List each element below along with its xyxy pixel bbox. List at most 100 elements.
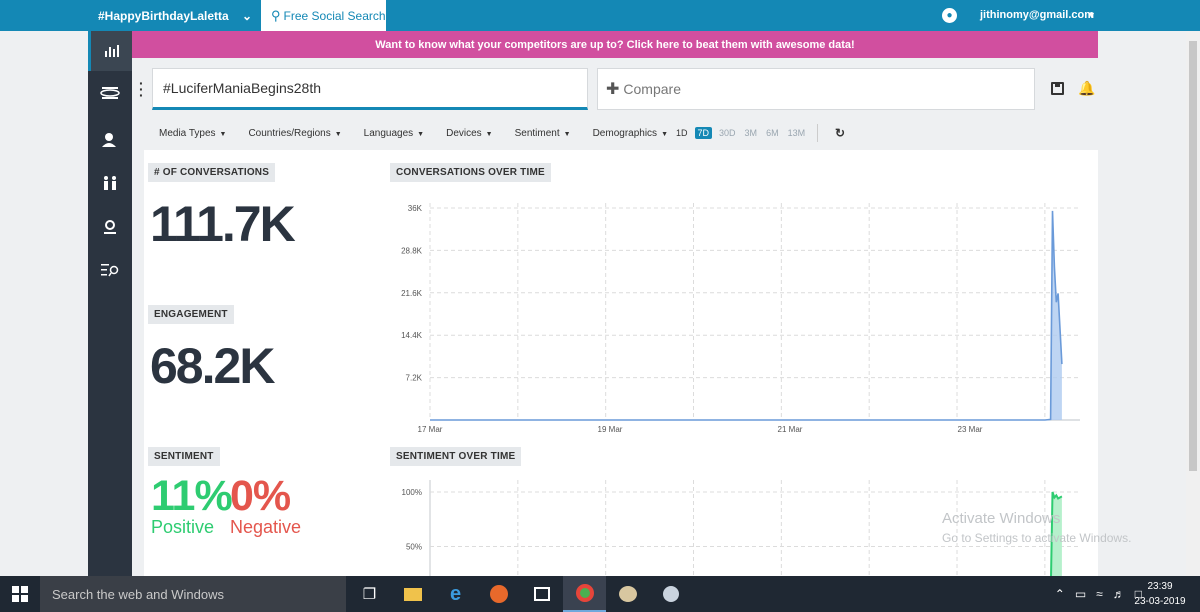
- y-tick-label: 28.8K: [401, 246, 423, 255]
- negative-label: Negative: [230, 517, 302, 537]
- sentiment-title: SENTIMENT: [148, 447, 220, 466]
- engagement-title: ENGAGEMENT: [148, 305, 234, 324]
- y-tick-label: 14.4K: [401, 331, 423, 340]
- caret-down-icon: ▼: [334, 131, 342, 138]
- store-icon[interactable]: [520, 576, 563, 612]
- time-range-selector: 1D 7D 30D 3M 6M 13M: [674, 127, 807, 139]
- search-query-input[interactable]: #LuciferManiaBegins28th: [152, 68, 588, 110]
- more-vertical-icon[interactable]: · · ·: [139, 76, 144, 102]
- trending-hashtag-label: #HappyBirthdayLaletta: [98, 8, 229, 23]
- taskbar-clock[interactable]: 23:39 23-03-2019: [1132, 579, 1188, 609]
- range-7d[interactable]: 7D: [694, 127, 713, 139]
- chrome-icon[interactable]: [563, 576, 606, 612]
- paint-icon[interactable]: [606, 576, 649, 612]
- scrollbar-thumb[interactable]: [1189, 41, 1197, 471]
- divider: [817, 124, 818, 142]
- y-tick-label: 100%: [402, 488, 422, 497]
- chevron-up-icon[interactable]: ⌃: [1055, 587, 1065, 601]
- conversations-area: [430, 210, 1062, 420]
- edge-browser-icon[interactable]: e: [434, 576, 477, 612]
- caret-down-icon: ▼: [485, 131, 493, 138]
- trending-hashtag-dropdown[interactable]: #HappyBirthdayLaletta ⌄: [88, 0, 260, 31]
- activation-watermark-text: Go to Settings to activate Windows.: [942, 531, 1132, 545]
- conversations-chart-title: CONVERSATIONS OVER TIME: [390, 163, 551, 182]
- search-icon: ⚲: [271, 7, 281, 23]
- y-tick-label: 36K: [408, 204, 423, 213]
- firefox-icon[interactable]: [477, 576, 520, 612]
- range-30d[interactable]: 30D: [717, 127, 738, 139]
- plus-icon: ✚: [606, 81, 620, 98]
- sidebar: [88, 31, 132, 576]
- filter-label: Devices: [446, 128, 482, 139]
- task-view-icon[interactable]: ❐: [348, 576, 391, 612]
- user-email[interactable]: jithinomy@gmail.com: [980, 9, 1094, 21]
- taskbar-search-box[interactable]: Search the web and Windows: [40, 576, 346, 612]
- windows-start-icon[interactable]: [0, 576, 40, 612]
- wifi-icon[interactable]: ≈: [1096, 587, 1103, 601]
- caret-down-icon: ▼: [563, 131, 571, 138]
- chevron-down-icon[interactable]: ▼: [1087, 10, 1096, 20]
- filter-countries-regions[interactable]: Countries/Regions ▼: [248, 128, 341, 139]
- filter-media-types[interactable]: Media Types ▼: [159, 128, 226, 139]
- y-tick-label: 7.2K: [406, 374, 423, 383]
- clock-date: 23-03-2019: [1134, 596, 1186, 607]
- sidebar-demographics-icon[interactable]: [88, 163, 132, 203]
- volume-icon[interactable]: ♬: [1113, 587, 1125, 601]
- caret-down-icon: ▼: [219, 131, 227, 138]
- filter-label: Countries/Regions: [248, 128, 331, 139]
- x-tick-label: 23 Mar: [958, 425, 983, 434]
- activation-watermark-title: Activate Windows: [942, 510, 1061, 527]
- filter-languages[interactable]: Languages ▼: [364, 128, 424, 139]
- range-6m[interactable]: 6M: [764, 127, 781, 139]
- sentiment-chart-title: SENTIMENT OVER TIME: [390, 447, 522, 466]
- range-1d[interactable]: 1D: [674, 127, 690, 139]
- refresh-icon[interactable]: ↻: [835, 126, 845, 140]
- caret-down-icon: ▼: [417, 131, 425, 138]
- filter-bar: Media Types ▼ Countries/Regions ▼ Language…: [159, 128, 690, 139]
- file-explorer-icon[interactable]: [391, 576, 434, 612]
- filter-label: Media Types: [159, 128, 216, 139]
- bell-icon[interactable]: 🔔: [1078, 80, 1095, 97]
- save-icon[interactable]: [1051, 82, 1064, 95]
- snipping-tool-icon[interactable]: [649, 576, 692, 612]
- sidebar-analytics-icon[interactable]: [88, 31, 132, 71]
- x-tick-label: 21 Mar: [778, 425, 803, 434]
- compare-label: Compare: [623, 81, 681, 97]
- filter-label: Demographics: [592, 128, 658, 139]
- filter-devices[interactable]: Devices ▼: [446, 128, 493, 139]
- filter-sentiment[interactable]: Sentiment ▼: [515, 128, 571, 139]
- y-tick-label: 21.6K: [401, 289, 423, 298]
- system-tray: ⌃ ▭ ≈ ♬ □: [1055, 576, 1142, 612]
- positive-value: 11%: [151, 472, 233, 520]
- range-3m[interactable]: 3M: [743, 127, 760, 139]
- sidebar-location-icon[interactable]: [88, 207, 132, 247]
- engagement-value: 68.2K: [150, 338, 275, 394]
- filter-demographics[interactable]: Demographics ▼: [593, 128, 668, 139]
- sidebar-feed-icon[interactable]: [88, 73, 132, 113]
- x-tick-label: 17 Mar: [418, 425, 443, 434]
- conversations-chart: 36K 28.8K 21.6K 14.4K 7.2K 17 Mar 19 Mar 21 Mar…: [401, 203, 1080, 434]
- x-tick-label: 19 Mar: [598, 425, 623, 434]
- free-social-search-tab[interactable]: ⚲ Free Social Search: [261, 0, 386, 31]
- vertical-scrollbar[interactable]: [1186, 31, 1200, 576]
- filter-label: Sentiment: [514, 128, 560, 139]
- positive-label: Positive: [151, 517, 215, 537]
- conversations-title: # OF CONVERSATIONS: [148, 163, 276, 182]
- free-social-search-label: Free Social Search: [283, 8, 386, 23]
- windows-taskbar: Search the web and Windows ❐ e ⌃ ▭ ≈ ♬ □…: [0, 576, 1200, 612]
- conversations-line: [430, 210, 1063, 421]
- clock-time: 23:39: [1147, 581, 1173, 592]
- range-13m[interactable]: 13M: [786, 127, 808, 139]
- sidebar-search-list-icon[interactable]: [88, 250, 132, 290]
- battery-icon[interactable]: ▭: [1075, 587, 1086, 601]
- globe-icon[interactable]: ●: [942, 8, 957, 23]
- compare-input[interactable]: ✚ Compare: [597, 68, 1035, 110]
- negative-value: 0%: [230, 472, 291, 520]
- sidebar-influencer-icon[interactable]: [88, 120, 132, 160]
- promo-banner[interactable]: Want to know what your competitors are u…: [132, 31, 1098, 58]
- chevron-double-down-icon: ⌄: [241, 8, 252, 23]
- y-tick-label: 50%: [406, 543, 422, 552]
- caret-down-icon: ▼: [661, 131, 668, 138]
- top-bar: #HappyBirthdayLaletta ⌄ ⚲ Free Social Se…: [0, 0, 1200, 31]
- filter-label: Languages: [363, 128, 414, 139]
